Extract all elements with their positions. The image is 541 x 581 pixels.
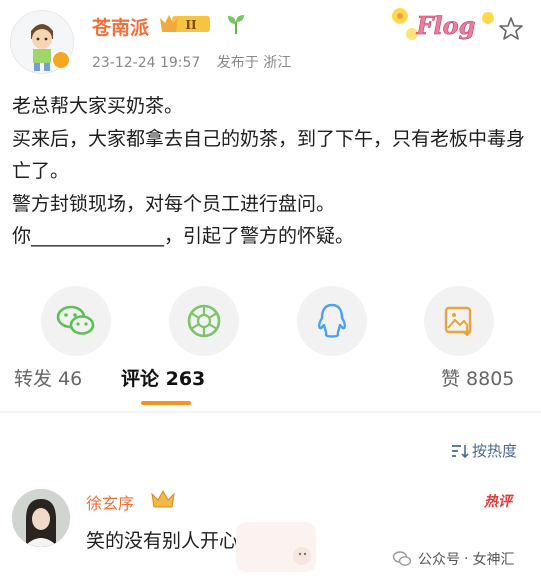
author-name[interactable]: 苍南派 [92, 13, 149, 40]
post-meta: 23-12-24 19:57 发布于 浙江 [92, 52, 291, 72]
watermark-name: 女神汇 [472, 552, 515, 568]
flog-text: Flog [416, 11, 476, 40]
sort-label: 按热度 [472, 442, 518, 460]
hot-comment-badge: 热评 [484, 494, 512, 510]
share-album-button[interactable] [424, 286, 494, 356]
post-line: 买来后，大家都拿去自己的奶茶，到了下午，只有老板中毒身亡了。 [12, 127, 526, 183]
vip-level: II [185, 18, 197, 32]
share-qq-button[interactable] [297, 286, 367, 356]
wechat-official-icon [392, 551, 412, 566]
post-line: 你______________，引起了警方的怀疑。 [12, 225, 355, 247]
post-line: 警方封锁现场，对每个员工进行盘问。 [12, 192, 336, 215]
watermark-label: 公众号 [418, 552, 460, 568]
qq-icon [317, 303, 347, 338]
wechat-icon [56, 305, 95, 335]
post-body: 老总帮大家买奶茶。 买来后，大家都拿去自己的奶茶，到了下午，只有老板中毒身亡了。… [12, 90, 532, 253]
crown-badge-icon [151, 489, 175, 508]
commenter-name[interactable]: 徐玄序 [86, 490, 134, 514]
album-icon [444, 306, 472, 337]
moments-icon [187, 304, 221, 338]
tab-likes[interactable]: 赞 8805 [441, 364, 514, 391]
post-time: 23-12-24 19:57 [92, 55, 201, 71]
divider [0, 411, 541, 413]
sort-by-heat-button[interactable]: 按热度 [451, 440, 517, 461]
vip-crown-icon: II [160, 15, 210, 32]
watermark-separator: · [464, 551, 469, 567]
tab-comments[interactable]: 评论 263 [121, 364, 205, 391]
comment-text: 笑的没有别人开心 [86, 530, 239, 552]
share-moments-button[interactable] [169, 286, 239, 356]
watermark: 公众号 · 女神汇 [392, 549, 514, 569]
flog-decoration: Flog [392, 8, 494, 40]
post-location: 发布于 浙江 [216, 55, 292, 71]
commenter-avatar[interactable] [12, 489, 70, 547]
tab-repost[interactable]: 转发 46 [14, 364, 82, 391]
sprout-icon [228, 15, 244, 34]
comment-bubble-decoration [236, 522, 316, 572]
active-tab-indicator [141, 401, 191, 405]
verified-badge-icon [51, 50, 71, 70]
sort-icon [452, 444, 469, 458]
post-line: 老总帮大家买奶茶。 [12, 95, 184, 117]
share-wechat-button[interactable] [41, 286, 111, 356]
favorite-star-icon[interactable] [498, 16, 524, 42]
